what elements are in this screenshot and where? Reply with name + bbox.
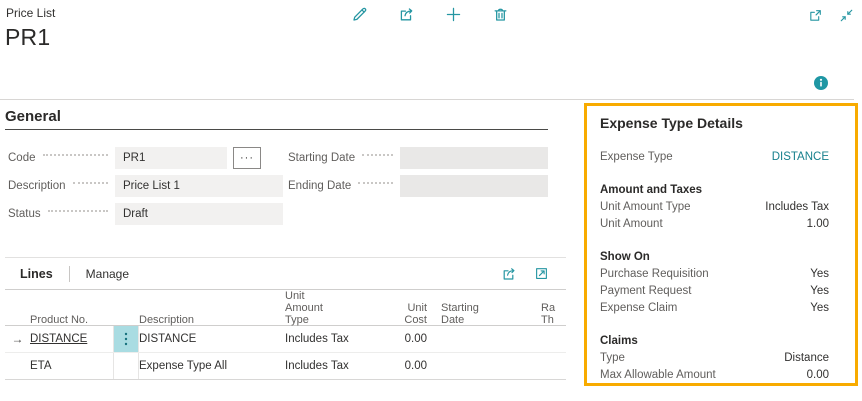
column-header-product-no[interactable]: Product No. — [30, 314, 113, 332]
share-icon[interactable] — [500, 265, 518, 283]
lines-header-separator — [69, 266, 70, 282]
description-cell[interactable]: Expense Type All — [139, 360, 285, 372]
field-row-status: Status Draft — [8, 203, 283, 225]
expense-type-link[interactable]: DISTANCE — [772, 149, 829, 166]
description-cell[interactable]: DISTANCE — [139, 333, 285, 345]
field-row-description: Description Price List 1 — [8, 175, 283, 197]
payment-request-value: Yes — [810, 283, 829, 300]
general-section-title[interactable]: General — [5, 108, 548, 130]
ending-date-field[interactable] — [400, 175, 548, 197]
field-row-starting-date: Starting Date — [288, 147, 548, 169]
purchase-requisition-value: Yes — [810, 266, 829, 283]
factbox-row: Payment Request Yes — [600, 283, 829, 300]
options-cell — [113, 353, 139, 379]
code-field[interactable]: PR1 — [115, 147, 227, 169]
factbox-row: Expense Claim Yes — [600, 300, 829, 317]
info-icon[interactable] — [813, 75, 829, 91]
max-allowable-amount-value: 0.00 — [807, 367, 829, 384]
expense-claim-value: Yes — [810, 300, 829, 317]
unit-amount-type-label: Unit Amount Type — [600, 199, 691, 216]
table-row: ETA Expense Type All Includes Tax 0.00 — [5, 353, 566, 380]
unit-cost-cell[interactable]: 0.00 — [385, 333, 431, 345]
group-title-claims: Claims — [600, 333, 829, 350]
share-icon[interactable] — [397, 5, 415, 23]
open-in-new-window-icon[interactable] — [806, 6, 824, 24]
factbox-title: Expense Type Details — [600, 114, 829, 132]
payment-request-label: Payment Request — [600, 283, 691, 300]
group-title-show-on: Show On — [600, 249, 829, 266]
general-form-left: Code PR1 ··· Description Price List 1 St… — [8, 147, 283, 231]
page-title: PR1 — [5, 24, 50, 51]
page-toolbar — [350, 5, 509, 23]
factbox-row: Unit Amount 1.00 — [600, 216, 829, 233]
column-header-starting-date[interactable]: Starting Date — [431, 302, 531, 332]
code-lookup-button[interactable]: ··· — [233, 147, 261, 169]
manage-menu-button[interactable]: Manage — [86, 267, 129, 281]
dotted-leader — [48, 210, 108, 212]
more-options-icon[interactable] — [113, 326, 139, 352]
lines-column-headers: Product No. Description Unit Amount Type… — [5, 290, 566, 326]
factbox-row: Unit Amount Type Includes Tax — [600, 199, 829, 216]
column-header-description[interactable]: Description — [139, 314, 285, 332]
factbox-row: Purchase Requisition Yes — [600, 266, 829, 283]
claims-type-label: Type — [600, 350, 625, 367]
header-divider — [0, 99, 854, 100]
status-field[interactable]: Draft — [115, 203, 283, 225]
factbox-row: Type Distance — [600, 350, 829, 367]
window-controls — [806, 6, 855, 24]
current-row-arrow: → — [5, 332, 30, 346]
unit-amount-type-cell[interactable]: Includes Tax — [285, 333, 385, 345]
column-header-unit-cost[interactable]: Unit Cost — [385, 302, 431, 332]
lines-header: Lines Manage — [5, 258, 566, 290]
unit-cost-cell[interactable]: 0.00 — [385, 360, 431, 372]
delete-icon[interactable] — [491, 5, 509, 23]
unit-amount-type-value: Includes Tax — [765, 199, 829, 216]
product-no-link[interactable]: ETA — [30, 360, 113, 372]
status-label: Status — [8, 208, 41, 220]
section-general: General — [5, 108, 548, 130]
ending-date-label: Ending Date — [288, 180, 351, 192]
expense-type-label: Expense Type — [600, 149, 673, 166]
expense-claim-label: Expense Claim — [600, 300, 677, 317]
collapse-icon[interactable] — [837, 6, 855, 24]
field-row-code: Code PR1 ··· — [8, 147, 283, 169]
description-label: Description — [8, 180, 66, 192]
expense-type-details-factbox: Expense Type Details Expense Type DISTAN… — [584, 103, 858, 386]
dotted-leader — [43, 154, 109, 156]
lines-card: Lines Manage Product No. Description Uni… — [5, 257, 566, 381]
general-form-right: Starting Date Ending Date — [288, 147, 548, 203]
edit-icon[interactable] — [350, 5, 368, 23]
dotted-leader — [73, 182, 108, 184]
unit-amount-label: Unit Amount — [600, 216, 663, 233]
product-no-link[interactable]: DISTANCE — [30, 333, 113, 345]
dotted-leader — [358, 182, 393, 184]
column-header-rate-threshold[interactable]: Ra Th — [531, 302, 566, 332]
page-caption: Price List — [6, 6, 55, 20]
field-row-ending-date: Ending Date — [288, 175, 548, 197]
group-title-amount-and-taxes: Amount and Taxes — [600, 182, 829, 199]
factbox-row-expense-type: Expense Type DISTANCE — [600, 149, 829, 166]
focus-mode-icon[interactable] — [532, 265, 550, 283]
description-field[interactable]: Price List 1 — [115, 175, 283, 197]
code-label: Code — [8, 152, 36, 164]
column-header-unit-amount-type[interactable]: Unit Amount Type — [285, 290, 385, 332]
starting-date-field[interactable] — [400, 147, 548, 169]
add-icon[interactable] — [444, 5, 462, 23]
starting-date-label: Starting Date — [288, 152, 355, 164]
dotted-leader — [362, 154, 393, 156]
unit-amount-type-cell[interactable]: Includes Tax — [285, 360, 385, 372]
unit-amount-value: 1.00 — [807, 216, 829, 233]
factbox-row: Max Allowable Amount 0.00 — [600, 367, 829, 384]
max-allowable-amount-label: Max Allowable Amount — [600, 367, 716, 384]
lines-tab[interactable]: Lines — [20, 267, 53, 281]
purchase-requisition-label: Purchase Requisition — [600, 266, 709, 283]
claims-type-value: Distance — [784, 350, 829, 367]
